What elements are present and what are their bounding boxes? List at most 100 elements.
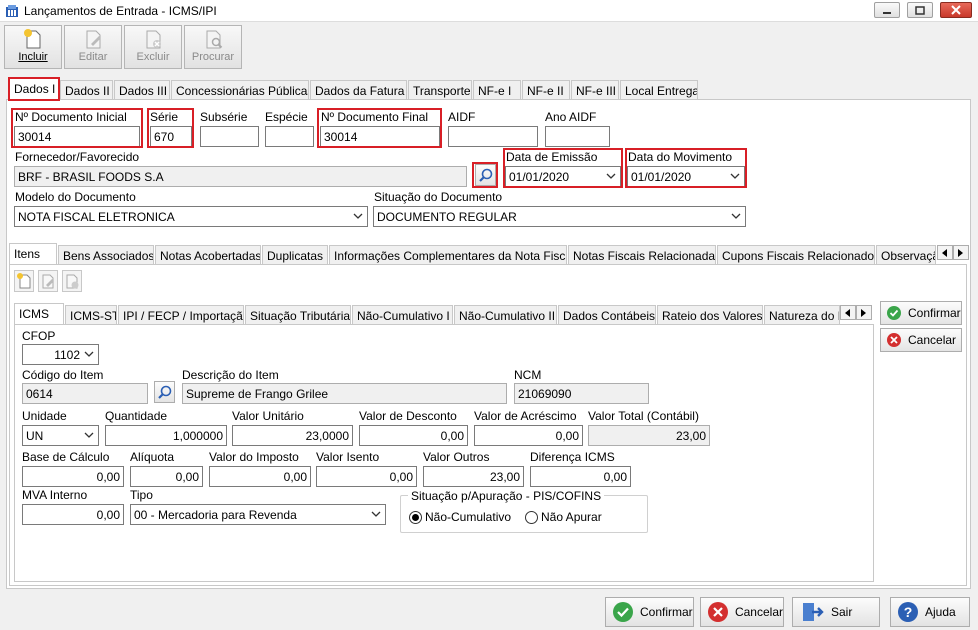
itemtab-situacao-tributaria[interactable]: Situação Tributária (245, 305, 351, 325)
item-delete-button[interactable] (62, 270, 82, 292)
tab-nfe-i[interactable]: NF-e I (473, 80, 521, 100)
situacao-select[interactable]: DOCUMENTO REGULAR (373, 206, 746, 227)
chevron-down-icon (84, 351, 94, 357)
ncm-label: NCM (514, 368, 542, 382)
itemtab-scroll-left[interactable] (840, 305, 856, 320)
valor-isento-field[interactable]: 0,00 (316, 466, 417, 487)
highlight-data-movimento (625, 148, 747, 188)
item-cancelar-button[interactable]: Cancelar (880, 328, 962, 352)
situacao-label: Situação do Documento (374, 190, 503, 204)
subtab-scroll-right[interactable] (953, 245, 969, 260)
item-search-button[interactable] (154, 381, 175, 403)
subtab-notas-relacionadas[interactable]: Notas Fiscais Relacionadas (568, 245, 716, 265)
subtab-duplicatas[interactable]: Duplicatas (262, 245, 328, 265)
excluir-button[interactable]: Excluir (124, 25, 182, 69)
mva-field[interactable]: 0,00 (22, 504, 124, 525)
descricao-item-field[interactable]: Supreme de Frango Grilee (182, 383, 507, 404)
minimize-button[interactable] (874, 2, 900, 18)
highlight-serie (147, 108, 194, 148)
subtab-cupons-relacionados[interactable]: Cupons Fiscais Relacionados (717, 245, 875, 265)
unidade-label: Unidade (22, 409, 67, 423)
subserie-field[interactable] (200, 126, 259, 147)
confirmar-button[interactable]: Confirmar (605, 597, 694, 627)
itemtab-ipi[interactable]: IPI / FECP / Importação (118, 305, 244, 325)
itemtab-scroll-right[interactable] (856, 305, 872, 320)
codigo-item-field[interactable]: 0614 (22, 383, 148, 404)
new-document-icon (24, 29, 41, 49)
modelo-select[interactable]: NOTA FISCAL ELETRONICA (14, 206, 368, 227)
arrow-left-icon (845, 308, 850, 317)
subtab-itens[interactable]: Itens (9, 243, 57, 265)
ajuda-button[interactable]: ? Ajuda (890, 597, 970, 627)
aliquota-field[interactable]: 0,00 (130, 466, 203, 487)
itemtab-nao-cumulativo-ii[interactable]: Não-Cumulativo II (454, 305, 557, 325)
aidf-field[interactable] (448, 126, 538, 147)
valor-total-field[interactable]: 23,00 (588, 425, 710, 446)
subtab-bens-associados[interactable]: Bens Associados (58, 245, 154, 265)
itemtab-rateio[interactable]: Rateio dos Valores (657, 305, 763, 325)
tab-nfe-iii[interactable]: NF-e III (571, 80, 619, 100)
tab-dados-iii[interactable]: Dados III (114, 80, 170, 100)
subtab-observacao[interactable]: Observaçã (876, 245, 936, 265)
close-button[interactable] (940, 2, 972, 18)
valor-imposto-label: Valor do Imposto (209, 450, 299, 464)
item-confirmar-button[interactable]: Confirmar (880, 301, 962, 325)
subtab-notas-acobertadas[interactable]: Notas Acobertadas (155, 245, 261, 265)
item-edit-button[interactable] (38, 270, 58, 292)
highlight-num-doc-inicial (11, 108, 143, 148)
valor-imposto-field[interactable]: 0,00 (209, 466, 311, 487)
chevron-down-icon (353, 213, 363, 219)
tab-transporte[interactable]: Transporte (408, 80, 472, 100)
editar-button[interactable]: Editar (64, 25, 122, 69)
editar-label: Editar (78, 51, 108, 63)
valor-desconto-field[interactable]: 0,00 (359, 425, 468, 446)
tab-dados-ii[interactable]: Dados II (60, 80, 113, 100)
modelo-label: Modelo do Documento (15, 190, 136, 204)
cancel-circle-icon (708, 602, 728, 622)
valor-acrescimo-field[interactable]: 0,00 (474, 425, 583, 446)
incluir-button[interactable]: Incluir (4, 25, 62, 69)
especie-field[interactable] (265, 126, 314, 147)
itemtab-icms-st[interactable]: ICMS-ST (65, 305, 117, 325)
tab-local-entrega[interactable]: Local Entrega (620, 80, 698, 100)
restore-icon (915, 5, 925, 15)
tab-dados-fatura[interactable]: Dados da Fatura (310, 80, 407, 100)
nao-cumulativo-radio[interactable] (409, 511, 422, 524)
itemtab-dados-contabeis[interactable]: Dados Contábeis (558, 305, 656, 325)
unidade-select[interactable]: UN (22, 425, 99, 446)
itemtab-icms[interactable]: ICMS (14, 303, 64, 325)
ncm-field[interactable]: 21069090 (514, 383, 649, 404)
valor-isento-label: Valor Isento (316, 450, 380, 464)
item-new-button[interactable] (14, 270, 34, 292)
tab-nfe-ii[interactable]: NF-e II (522, 80, 570, 100)
itemtab-nao-cumulativo-i[interactable]: Não-Cumulativo I (352, 305, 453, 325)
base-calculo-field[interactable]: 0,00 (22, 466, 124, 487)
close-icon (951, 5, 961, 15)
subtab-scroll-left[interactable] (937, 245, 953, 260)
search-icon (157, 385, 171, 399)
valor-outros-field[interactable]: 23,00 (423, 466, 524, 487)
valor-unitario-field[interactable]: 23,0000 (232, 425, 353, 446)
sair-button[interactable]: Sair (792, 597, 880, 627)
procurar-button[interactable]: Procurar (184, 25, 242, 69)
diferenca-icms-field[interactable]: 0,00 (530, 466, 631, 487)
excluir-label: Excluir (136, 51, 170, 63)
nao-apurar-radio[interactable] (525, 511, 538, 524)
procurar-label: Procurar (191, 51, 235, 63)
app-icon (6, 5, 18, 17)
fornecedor-field[interactable]: BRF - BRASIL FOODS S.A (14, 166, 467, 187)
tab-concessionarias[interactable]: Concessionárias Públicas (171, 80, 309, 100)
base-calculo-label: Base de Cálculo (22, 450, 110, 464)
restore-button[interactable] (907, 2, 933, 18)
diferenca-icms-label: Diferença ICMS (530, 450, 615, 464)
ano-aidf-field[interactable] (545, 126, 610, 147)
ano-aidf-label: Ano AIDF (545, 110, 597, 124)
valor-outros-label: Valor Outros (423, 450, 490, 464)
quantidade-field[interactable]: 1,000000 (105, 425, 227, 446)
subtab-info-complementares[interactable]: Informações Complementares da Nota Fisca… (329, 245, 567, 265)
arrow-right-icon (861, 308, 866, 317)
tipo-select[interactable]: 00 - Mercadoria para Revenda (130, 504, 386, 525)
cancelar-button[interactable]: Cancelar (700, 597, 784, 627)
itemtab-natureza[interactable]: Natureza do F (764, 305, 840, 325)
cfop-select[interactable]: 1102 (22, 344, 99, 365)
